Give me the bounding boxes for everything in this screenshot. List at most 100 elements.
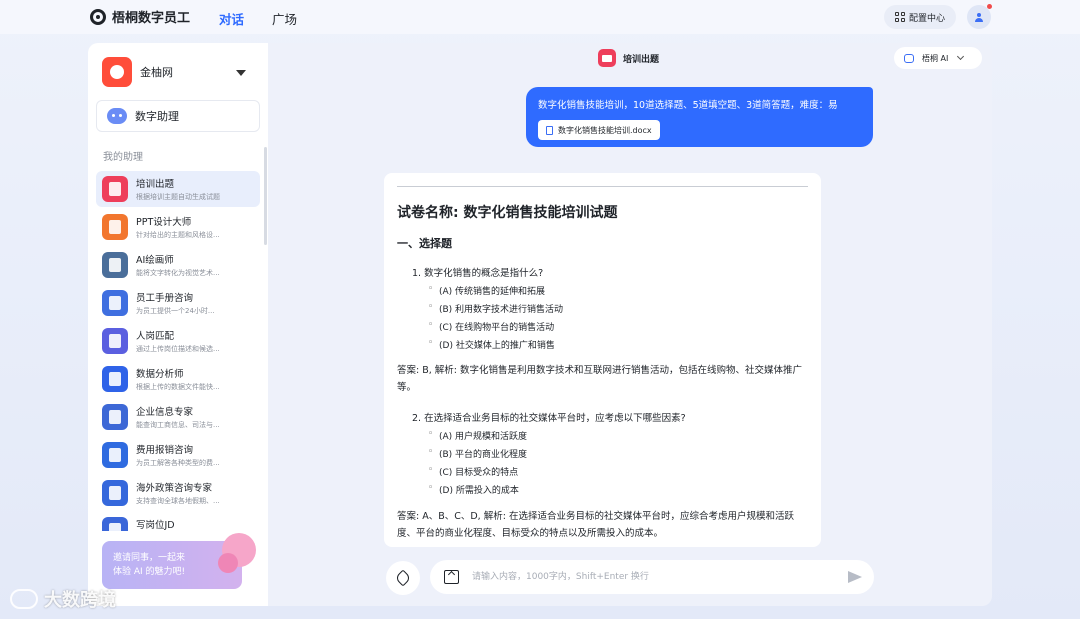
notification-dot bbox=[987, 4, 992, 9]
sidebar-item-overseas[interactable]: 海外政策咨询专家 支持查询全球各地假期、... bbox=[96, 475, 260, 511]
watermark-logo-icon bbox=[10, 589, 38, 609]
jd-icon bbox=[102, 517, 128, 531]
question-1-option-b: (B) 利用数字技术进行销售活动 bbox=[428, 302, 563, 315]
robot-icon bbox=[904, 53, 914, 63]
cv-icon bbox=[102, 328, 128, 354]
section-heading: 一、选择题 bbox=[397, 237, 452, 250]
sidebar-item-exam[interactable]: 培训出题根据培训主题自动生成试题 bbox=[96, 171, 260, 207]
logo-icon bbox=[90, 8, 106, 25]
sidebar-item-name: 培训出题 bbox=[136, 179, 175, 190]
portrait-icon bbox=[102, 252, 128, 278]
globe-icon bbox=[102, 480, 128, 506]
sidebar-item-desc: 针对给出的主题和风格设... bbox=[136, 231, 220, 239]
chart-icon bbox=[102, 366, 128, 392]
user-message-text: 数字化销售技能培训，10道选择题、5道填空题、3道简答题，难度：易 bbox=[538, 100, 838, 111]
attachment-name: 数字化销售技能培训.docx bbox=[558, 125, 652, 135]
attachment-chip[interactable]: 数字化销售技能培训.docx bbox=[538, 120, 660, 140]
model-name: 梧桐 AI bbox=[922, 53, 949, 63]
robot-icon bbox=[107, 108, 127, 124]
sidebar-item-desc: 根据培训主题自动生成试题 bbox=[136, 193, 220, 201]
top-bar: 梧桐数字员工 对话 广场 配置中心 bbox=[0, 0, 1080, 34]
brush-icon bbox=[394, 569, 412, 587]
question-2-option-c: (C) 目标受众的特点 bbox=[428, 465, 518, 478]
sidebar-item-name: 人岗匹配 bbox=[136, 331, 175, 342]
question-2-option-a: (A) 用户规模和活跃度 bbox=[428, 429, 527, 442]
caret-down-icon[interactable] bbox=[236, 70, 246, 76]
sidebar-item-name: 员工手册咨询 bbox=[136, 293, 194, 304]
user-message-bubble: 数字化销售技能培训，10道选择题、5道填空题、3道简答题，难度：易 数字化销售技… bbox=[526, 87, 873, 147]
app-logo[interactable]: 梧桐数字员工 bbox=[90, 7, 190, 26]
watermark: 大数跨境 bbox=[10, 586, 116, 612]
grid-icon bbox=[894, 12, 905, 22]
sidebar-item-enterprise[interactable]: 企业信息专家能查询工商信息、司法与... bbox=[96, 399, 260, 435]
sidebar-item-desc: 为员工提供一个24小时... bbox=[136, 307, 215, 315]
chat-header: 培训出题 bbox=[598, 49, 659, 67]
workspace-card: 金柚网 数字助理 我的助理 培训出题根据培训主题自动生成试题 PPT设计大师针对… bbox=[88, 43, 992, 606]
enterprise-icon bbox=[102, 404, 128, 430]
sidebar-item-data-analyst[interactable]: 数据分析师根据上传的数据文件能快... bbox=[96, 361, 260, 397]
digital-assistant-label: 数字助理 bbox=[135, 110, 179, 123]
config-center-label: 配置中心 bbox=[908, 13, 945, 24]
sidebar: 金柚网 数字助理 我的助理 培训出题根据培训主题自动生成试题 PPT设计大师针对… bbox=[88, 43, 268, 606]
my-assistants-heading: 我的助理 bbox=[103, 152, 143, 163]
question-2: 2. 在选择适合业务目标的社交媒体平台时，应考虑以下哪些因素? bbox=[412, 413, 686, 424]
sidebar-item-name: AI绘画师 bbox=[136, 255, 174, 266]
sidebar-item-desc: 能查询工商信息、司法与... bbox=[136, 421, 220, 429]
sidebar-item-name: 写岗位JD bbox=[136, 520, 175, 531]
org-name: 金柚网 bbox=[140, 66, 173, 79]
sidebar-item-name: PPT设计大师 bbox=[136, 217, 192, 228]
document-icon bbox=[546, 125, 553, 135]
exam-icon bbox=[102, 176, 128, 202]
send-icon[interactable] bbox=[848, 571, 862, 583]
paper-title: 试卷名称: 数字化销售技能培训试题 bbox=[397, 205, 618, 221]
divider bbox=[397, 186, 808, 187]
message-input[interactable] bbox=[472, 568, 812, 586]
digital-assistant-button[interactable]: 数字助理 bbox=[96, 100, 260, 132]
sidebar-item-jd[interactable]: 写岗位JD bbox=[96, 513, 260, 531]
user-icon bbox=[975, 12, 983, 22]
sidebar-item-desc: 为员工解答各种类型的费... bbox=[136, 459, 220, 467]
grapefruit-icon bbox=[102, 57, 132, 87]
sidebar-scrollbar[interactable] bbox=[264, 147, 267, 245]
sidebar-item-desc: 支持查询全球各地假期、... bbox=[136, 497, 220, 505]
sidebar-item-ppt[interactable]: PPT设计大师针对给出的主题和风格设... bbox=[96, 209, 260, 245]
invite-banner[interactable]: 邀请同事，一起来 体验 AI 的魅力吧! bbox=[102, 533, 256, 589]
book-icon bbox=[102, 290, 128, 316]
org-switcher[interactable]: 金柚网 bbox=[102, 57, 173, 87]
sidebar-item-desc: 能将文字转化为视觉艺术... bbox=[136, 269, 220, 277]
nav-item-chat[interactable]: 对话 bbox=[219, 9, 244, 28]
sidebar-item-ai-painter[interactable]: AI绘画师能将文字转化为视觉艺术... bbox=[96, 247, 260, 283]
upload-icon[interactable] bbox=[444, 570, 459, 584]
question-1-option-a: (A) 传统销售的延伸和拓展 bbox=[428, 284, 545, 297]
question-1-option-c: (C) 在线购物平台的销售活动 bbox=[428, 320, 554, 333]
question-2-option-b: (B) 平台的商业化程度 bbox=[428, 447, 527, 460]
people-icon-secondary bbox=[218, 553, 238, 573]
sidebar-item-desc: 根据上传的数据文件能快... bbox=[136, 383, 220, 391]
receipt-icon bbox=[102, 442, 128, 468]
question-2-answer: 答案: A、B、C、D, 解析: 在选择适合业务目标的社交媒体平台时，应综合考虑… bbox=[397, 511, 794, 539]
model-selector[interactable]: 梧桐 AI bbox=[894, 47, 982, 69]
question-1: 1. 数字化销售的概念是指什么? bbox=[412, 268, 544, 279]
nav-item-plaza[interactable]: 广场 bbox=[272, 9, 297, 28]
question-2-option-d: (D) 所需投入的成本 bbox=[428, 483, 519, 496]
chat-title: 培训出题 bbox=[623, 54, 660, 65]
sidebar-item-expense[interactable]: 费用报销咨询为员工解答各种类型的费... bbox=[96, 437, 260, 473]
question-1-option-d: (D) 社交媒体上的推广和销售 bbox=[428, 338, 555, 351]
ppt-icon bbox=[102, 214, 128, 240]
question-1-answer: 答案: B, 解析: 数字化销售是利用数字技术和互联网进行销售活动，包括在线购物… bbox=[397, 365, 802, 393]
message-composer bbox=[430, 560, 874, 594]
app-name: 梧桐数字员工 bbox=[112, 11, 191, 26]
sidebar-item-handbook[interactable]: 员工手册咨询为员工提供一个24小时... bbox=[96, 285, 260, 321]
sidebar-item-name: 企业信息专家 bbox=[136, 407, 194, 418]
sidebar-item-desc: 通过上传岗位描述和候选... bbox=[136, 345, 220, 353]
watermark-text: 大数跨境 bbox=[44, 590, 116, 611]
sidebar-item-name: 海外政策咨询专家 bbox=[136, 483, 213, 494]
sidebar-item-name: 数据分析师 bbox=[136, 369, 184, 380]
assistant-answer-card: 试卷名称: 数字化销售技能培训试题 一、选择题 1. 数字化销售的概念是指什么?… bbox=[384, 173, 821, 547]
exam-icon bbox=[598, 49, 616, 67]
config-center-button[interactable]: 配置中心 bbox=[884, 5, 956, 29]
sidebar-item-job-match[interactable]: 人岗匹配通过上传岗位描述和候选... bbox=[96, 323, 260, 359]
sidebar-item-name: 费用报销咨询 bbox=[136, 445, 194, 456]
clear-context-button[interactable] bbox=[386, 561, 420, 595]
chevron-down-icon bbox=[957, 52, 965, 61]
